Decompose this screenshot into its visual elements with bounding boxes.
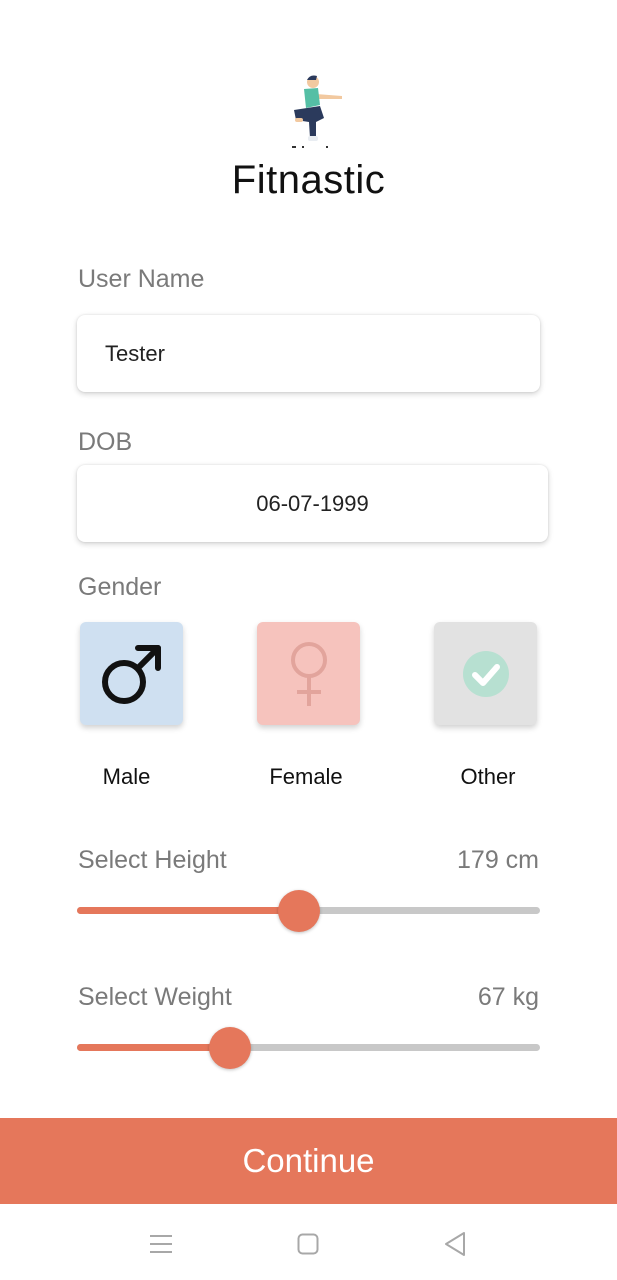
squat-figure-icon (292, 75, 342, 148)
height-label: Select Height (78, 846, 227, 874)
dob-field[interactable]: 06-07-1999 (77, 465, 548, 542)
height-value: 179 cm (457, 846, 539, 874)
gender-female-button[interactable] (257, 622, 360, 725)
username-field[interactable]: Tester (77, 315, 540, 392)
gender-label: Gender (78, 573, 162, 601)
female-symbol-icon (290, 641, 327, 706)
back-triangle-icon[interactable] (437, 1226, 473, 1262)
weight-slider[interactable] (77, 1026, 540, 1070)
menu-icon[interactable] (143, 1226, 179, 1262)
gender-male-button[interactable] (80, 622, 183, 725)
weight-label: Select Weight (78, 983, 232, 1011)
weight-slider-fill (77, 1044, 230, 1051)
weight-value: 67 kg (477, 983, 539, 1011)
height-slider[interactable] (77, 889, 540, 933)
height-slider-fill (77, 907, 300, 914)
username-label: User Name (78, 265, 205, 293)
height-slider-thumb[interactable] (278, 890, 321, 932)
male-symbol-icon (101, 644, 161, 704)
gender-male-label: Male (102, 764, 151, 789)
profile-setup-screen: Fitnastic User Name Tester DOB 06-07-199… (0, 0, 617, 1280)
gender-other-button[interactable] (434, 622, 537, 725)
gender-female-label: Female (269, 764, 343, 789)
dob-label: DOB (78, 428, 133, 456)
home-square-icon[interactable] (290, 1226, 326, 1262)
gender-other-label: Other (460, 764, 516, 789)
username-value: Tester (105, 340, 165, 366)
weight-slider-thumb[interactable] (208, 1027, 251, 1069)
app-title: Fitnastic (231, 158, 386, 202)
system-nav-bar (0, 1204, 617, 1280)
dob-value: 06-07-1999 (256, 490, 369, 516)
check-circle-icon (462, 650, 509, 697)
continue-button[interactable]: Continue (0, 1118, 617, 1204)
